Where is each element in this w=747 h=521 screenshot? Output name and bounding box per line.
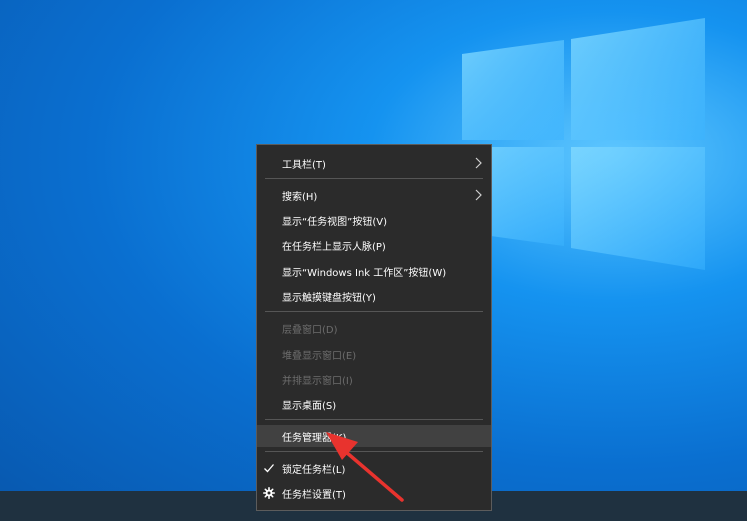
menu-separator [265, 419, 483, 420]
menu-item-label: 显示“任务视图”按钮(V) [282, 216, 388, 228]
menu-item-show-people[interactable]: 在任务栏上显示人脉(P) [257, 234, 491, 256]
menu-item-label: 层叠窗口(D) [282, 324, 338, 336]
checkmark-icon [264, 464, 274, 473]
menu-item-show-task-view-button[interactable]: 显示“任务视图”按钮(V) [257, 209, 491, 231]
menu-item-label: 堆叠显示窗口(E) [282, 350, 357, 362]
menu-item-label: 显示桌面(S) [282, 400, 337, 412]
menu-item-stack-windows: 堆叠显示窗口(E) [257, 343, 491, 365]
menu-item-label: 显示“Windows Ink 工作区”按钮(W) [282, 267, 447, 279]
menu-item-show-desktop[interactable]: 显示桌面(S) [257, 393, 491, 415]
chevron-right-icon [475, 157, 482, 169]
menu-item-show-touch-keyboard-button[interactable]: 显示触摸键盘按钮(Y) [257, 285, 491, 307]
menu-item-label: 工具栏(T) [282, 159, 326, 171]
menu-item-label: 任务管理器(K) [282, 432, 347, 444]
menu-item-label: 显示触摸键盘按钮(Y) [282, 292, 376, 304]
chevron-right-icon [475, 189, 482, 201]
menu-item-taskbar-settings[interactable]: 任务栏设置(T) [257, 482, 491, 504]
menu-separator [265, 451, 483, 452]
menu-item-lock-taskbar[interactable]: 锁定任务栏(L) [257, 457, 491, 479]
menu-item-label: 锁定任务栏(L) [282, 464, 346, 476]
menu-item-label: 搜索(H) [282, 191, 318, 203]
menu-item-label: 并排显示窗口(I) [282, 375, 353, 387]
menu-item-toolbars[interactable]: 工具栏(T) [257, 152, 491, 174]
gear-icon [263, 487, 275, 499]
menu-item-side-by-side-windows: 并排显示窗口(I) [257, 368, 491, 390]
menu-item-show-windows-ink-button[interactable]: 显示“Windows Ink 工作区”按钮(W) [257, 260, 491, 282]
menu-separator [265, 311, 483, 312]
menu-item-cascade-windows: 层叠窗口(D) [257, 317, 491, 339]
menu-item-search[interactable]: 搜索(H) [257, 184, 491, 206]
menu-item-label: 在任务栏上显示人脉(P) [282, 241, 386, 253]
menu-separator [265, 178, 483, 179]
menu-item-label: 任务栏设置(T) [282, 489, 346, 501]
taskbar-context-menu: 工具栏(T) 搜索(H) 显示“任务视图”按钮(V) 在任务栏上显示人脉(P) … [256, 144, 492, 511]
menu-item-task-manager[interactable]: 任务管理器(K) [257, 425, 491, 447]
